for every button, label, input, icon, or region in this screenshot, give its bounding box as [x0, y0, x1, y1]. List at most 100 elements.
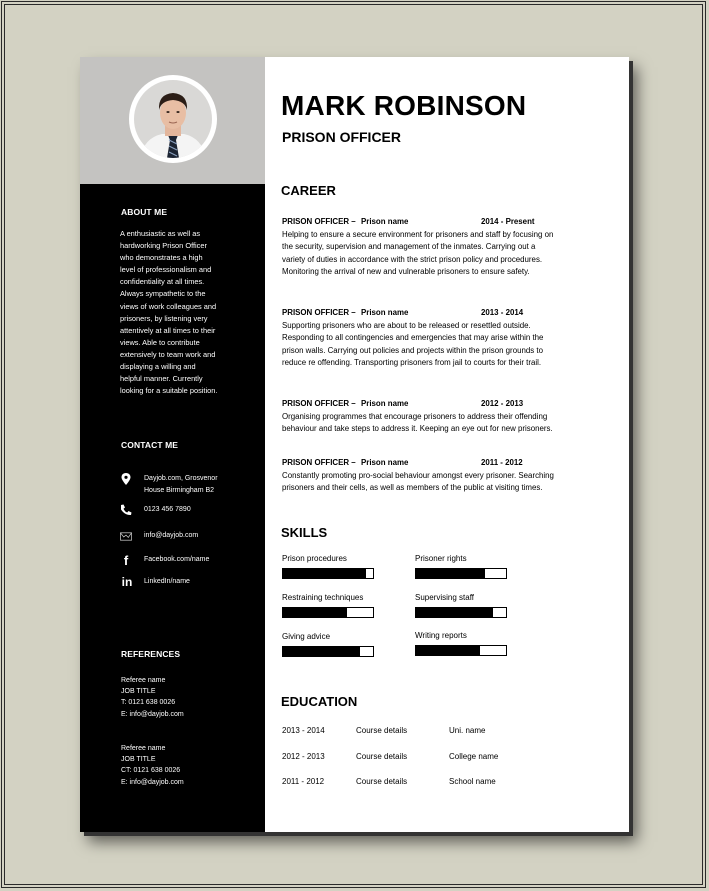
referee-name: Referee name	[121, 745, 166, 752]
education-row: 2012 - 2013 Course details College name	[282, 752, 532, 764]
skills-heading: SKILLS	[281, 525, 328, 540]
job-description-line: variety of duties in accordance with the…	[282, 254, 543, 264]
location-pin-icon	[120, 473, 132, 485]
job-dates: 2013 - 2014	[481, 308, 524, 317]
referee-name: Referee name	[121, 677, 166, 684]
job-dates: 2012 - 2013	[481, 399, 524, 408]
photo-band	[80, 57, 265, 184]
skill-item: Restraining techniques	[282, 593, 376, 618]
contact-facebook: f Facebook.com/name	[120, 553, 260, 578]
job-description-line: behaviour and take steps to address it. …	[282, 424, 553, 434]
candidate-name: MARK ROBINSON	[281, 90, 527, 121]
about-line: hardworking Prison Officer	[120, 241, 207, 251]
education-school: School name	[449, 777, 496, 786]
career-entry: PRISON OFFICER – Prison name 2014 - Pres…	[282, 216, 602, 279]
education-heading: EDUCATION	[281, 694, 358, 709]
education-years: 2011 - 2012	[282, 777, 325, 786]
job-dates: 2014 - Present	[481, 217, 535, 226]
job-org: Prison name	[361, 217, 409, 226]
about-line: Always sympathetic to the	[120, 289, 206, 299]
about-line: who demonstrates a high	[120, 253, 203, 263]
sidebar: ABOUT ME A enthusiastic as well as hardw…	[80, 57, 265, 832]
skill-bar	[415, 568, 507, 579]
contact-heading: CONTACT ME	[121, 440, 179, 450]
about-line: A enthusiastic as well as	[120, 229, 201, 238]
education-row: 2011 - 2012 Course details School name	[282, 777, 532, 789]
job-description-line: reduce re offending. Transporting prison…	[282, 358, 542, 368]
job-org: Prison name	[361, 399, 409, 408]
skill-label: Writing reports	[415, 631, 467, 640]
about-line: views. Able to contribute	[120, 337, 200, 347]
phone-icon	[120, 504, 132, 516]
job-org: Prison name	[361, 458, 409, 467]
skill-label: Giving advice	[282, 632, 331, 641]
job-role: PRISON OFFICER –	[282, 217, 356, 226]
skill-label: Supervising staff	[415, 593, 474, 602]
skill-bar	[282, 607, 374, 618]
skill-bar-fill	[416, 646, 480, 655]
profile-photo	[134, 80, 212, 158]
about-line: prisoners, by listening very	[120, 313, 208, 323]
education-course: Course details	[356, 777, 408, 786]
education-row: 2013 - 2014 Course details Uni. name	[282, 726, 532, 738]
education-school: College name	[449, 752, 499, 761]
skill-bar	[415, 607, 507, 618]
skill-label: Prisoner rights	[415, 554, 467, 563]
linkedin-icon: in	[121, 575, 133, 589]
referee-phone: CT: 0121 638 0026	[121, 767, 181, 775]
skill-bar-fill	[416, 608, 494, 617]
about-line: looking for a suitable position.	[120, 386, 218, 396]
referee-title: JOB TITLE	[121, 756, 156, 764]
envelope-icon	[120, 530, 132, 542]
skill-bar	[282, 646, 374, 657]
job-description-line: Responding to all contingencies and emer…	[282, 333, 544, 343]
main-content: MARK ROBINSON PRISON OFFICER CAREER PRIS…	[265, 57, 629, 832]
skill-bar-fill	[283, 608, 347, 617]
career-entry: PRISON OFFICER – Prison name 2013 - 2014…	[282, 307, 602, 370]
skill-label: Prison procedures	[282, 554, 347, 563]
referee-phone: T: 0121 638 0026	[121, 699, 176, 707]
job-role: PRISON OFFICER –	[282, 308, 356, 317]
education-years: 2012 - 2013	[282, 752, 325, 761]
email-link[interactable]: info@dayjob.com	[144, 530, 264, 542]
skill-item: Prisoner rights	[415, 554, 509, 579]
resume-page: ABOUT ME A enthusiastic as well as hardw…	[80, 57, 629, 832]
contact-linkedin: in LinkedIn/name	[120, 575, 260, 600]
skill-bar	[415, 645, 507, 656]
job-description-line: prison walls. Carrying out policies and …	[282, 345, 543, 355]
candidate-title: PRISON OFFICER	[282, 129, 402, 145]
about-line: extensively to team work and	[120, 349, 216, 359]
job-description-line: Helping to ensure a secure environment f…	[282, 229, 554, 239]
references-heading: REFERENCES	[121, 649, 181, 659]
facebook-link[interactable]: Facebook.com/name	[144, 554, 264, 566]
about-line: views of work colleagues and	[120, 301, 217, 311]
referee-title: JOB TITLE	[121, 688, 156, 696]
job-org: Prison name	[361, 308, 409, 317]
career-entry: PRISON OFFICER – Prison name 2012 - 2013…	[282, 398, 602, 436]
skill-item: Giving advice	[282, 632, 376, 657]
education-school: Uni. name	[449, 726, 486, 735]
referee-email: E: info@dayjob.com	[121, 778, 184, 786]
job-role: PRISON OFFICER –	[282, 399, 356, 408]
education-course: Course details	[356, 726, 408, 735]
about-line: helpful manner. Currently	[120, 374, 203, 384]
phone-number: 0123 456 7890	[144, 506, 191, 513]
education-years: 2013 - 2014	[282, 726, 325, 735]
skill-item: Supervising staff	[415, 593, 509, 618]
job-description-line: Supporting prisoners who are about to be…	[282, 320, 531, 330]
contact-address: Dayjob.com, Grosvenor House Birmingham B…	[120, 473, 260, 497]
career-entry: PRISON OFFICER – Prison name 2011 - 2012…	[282, 457, 602, 495]
job-description-line: the security, supervision and management…	[282, 242, 536, 252]
contact-email: info@dayjob.com	[120, 530, 260, 554]
referee-email: E: info@dayjob.com	[121, 710, 184, 718]
about-heading: ABOUT ME	[121, 207, 168, 217]
skill-label: Restraining techniques	[282, 593, 364, 602]
about-line: displaying a willing and	[120, 362, 196, 372]
career-heading: CAREER	[281, 183, 336, 198]
job-description-line: prisoners and their cells, as well as me…	[282, 483, 543, 493]
linkedin-link[interactable]: LinkedIn/name	[144, 576, 264, 588]
job-description-line: Constantly promoting pro-social behaviou…	[282, 470, 554, 480]
address-line: House Birmingham B2	[144, 486, 215, 494]
address-line: Dayjob.com, Grosvenor	[144, 475, 218, 482]
avatar	[129, 75, 217, 163]
